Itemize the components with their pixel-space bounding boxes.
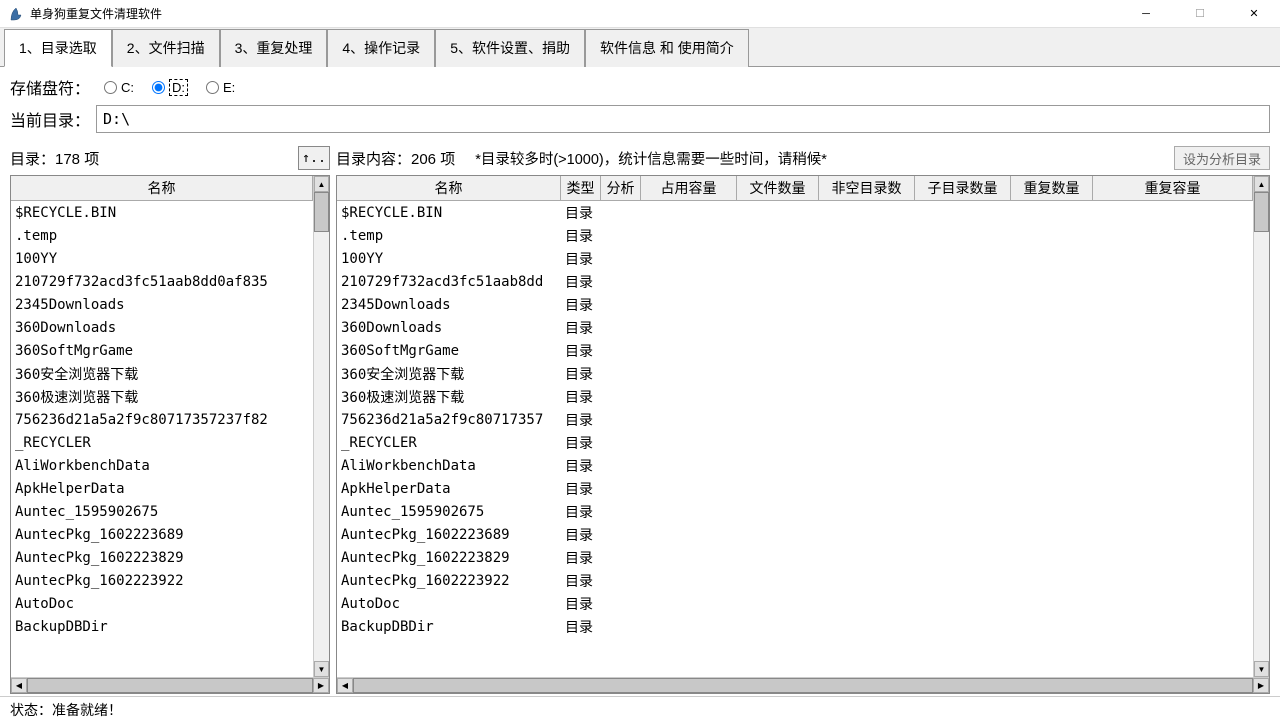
list-item[interactable]: AuntecPkg_1602223829 xyxy=(11,546,313,569)
right-col-dupsize[interactable]: 重复容量 xyxy=(1093,176,1253,200)
tab-dup-process[interactable]: 3、重复处理 xyxy=(220,29,328,67)
left-col-name[interactable]: 名称 xyxy=(11,176,313,200)
list-item[interactable]: AuntecPkg_1602223689 xyxy=(11,523,313,546)
list-item[interactable]: AuntecPkg_1602223922 xyxy=(11,569,313,592)
table-row[interactable]: _RECYCLER目录 xyxy=(337,431,1253,454)
right-col-analyze[interactable]: 分析 xyxy=(601,176,641,200)
close-button[interactable]: ✕ xyxy=(1236,3,1272,25)
table-row[interactable]: 210729f732acd3fc51aab8dd目录 xyxy=(337,270,1253,293)
left-hscrollbar[interactable]: ◀ ▶ xyxy=(11,677,329,693)
up-dir-button[interactable]: ↑.. xyxy=(298,146,330,170)
list-item[interactable]: BackupDBDir xyxy=(11,615,313,638)
table-row[interactable]: 360安全浏览器下载目录 xyxy=(337,362,1253,385)
scroll-up-icon[interactable]: ▲ xyxy=(1254,176,1269,192)
table-row[interactable]: BackupDBDir目录 xyxy=(337,615,1253,638)
left-count-label: 目录：178 项 xyxy=(10,148,99,169)
right-count-label: 目录内容：206 项 xyxy=(336,148,455,169)
table-row[interactable]: 360Downloads目录 xyxy=(337,316,1253,339)
list-item[interactable]: 756236d21a5a2f9c80717357237f82 xyxy=(11,408,313,431)
table-row[interactable]: AuntecPkg_1602223689目录 xyxy=(337,523,1253,546)
right-list[interactable]: $RECYCLE.BIN目录.temp目录100YY目录210729f732ac… xyxy=(337,201,1253,638)
scroll-down-icon[interactable]: ▼ xyxy=(1254,661,1269,677)
left-list[interactable]: $RECYCLE.BIN.temp100YY210729f732acd3fc51… xyxy=(11,201,313,638)
table-row[interactable]: AutoDoc目录 xyxy=(337,592,1253,615)
scroll-left-icon[interactable]: ◀ xyxy=(337,678,353,693)
scroll-left-icon[interactable]: ◀ xyxy=(11,678,27,693)
right-col-size[interactable]: 占用容量 xyxy=(641,176,737,200)
table-row[interactable]: AuntecPkg_1602223829目录 xyxy=(337,546,1253,569)
list-item[interactable]: Auntec_1595902675 xyxy=(11,500,313,523)
scroll-right-icon[interactable]: ▶ xyxy=(1253,678,1269,693)
list-item[interactable]: .temp xyxy=(11,224,313,247)
set-analysis-dir-button[interactable]: 设为分析目录 xyxy=(1174,146,1270,170)
table-row[interactable]: $RECYCLE.BIN目录 xyxy=(337,201,1253,224)
maximize-button[interactable]: ☐ xyxy=(1182,3,1218,25)
list-item[interactable]: 100YY xyxy=(11,247,313,270)
right-col-type[interactable]: 类型 xyxy=(561,176,601,200)
drive-d[interactable]: D: xyxy=(152,79,188,96)
right-col-filecount[interactable]: 文件数量 xyxy=(737,176,819,200)
minimize-button[interactable]: ─ xyxy=(1128,3,1164,25)
list-item[interactable]: 210729f732acd3fc51aab8dd0af835 xyxy=(11,270,313,293)
right-col-nonempty[interactable]: 非空目录数 xyxy=(819,176,915,200)
statusbar: 状态：准备就绪！ xyxy=(0,696,1280,720)
scroll-right-icon[interactable]: ▶ xyxy=(313,678,329,693)
tab-file-scan[interactable]: 2、文件扫描 xyxy=(112,29,220,67)
list-item[interactable]: 360Downloads xyxy=(11,316,313,339)
list-item[interactable]: 360极速浏览器下载 xyxy=(11,385,313,408)
tab-about[interactable]: 软件信息 和 使用简介 xyxy=(585,29,749,67)
table-row[interactable]: 2345Downloads目录 xyxy=(337,293,1253,316)
right-hscrollbar[interactable]: ◀ ▶ xyxy=(337,677,1269,693)
titlebar: 单身狗重复文件清理软件 ─ ☐ ✕ xyxy=(0,0,1280,28)
tab-settings[interactable]: 5、软件设置、捐助 xyxy=(435,29,585,67)
table-row[interactable]: 360SoftMgrGame目录 xyxy=(337,339,1253,362)
right-col-dupcount[interactable]: 重复数量 xyxy=(1011,176,1093,200)
drive-c[interactable]: C: xyxy=(104,80,134,95)
table-row[interactable]: 360极速浏览器下载目录 xyxy=(337,385,1253,408)
right-vscrollbar[interactable]: ▲ ▼ xyxy=(1253,176,1269,677)
table-row[interactable]: AliWorkbenchData目录 xyxy=(337,454,1253,477)
tabbar: 1、目录选取 2、文件扫描 3、重复处理 4、操作记录 5、软件设置、捐助 软件… xyxy=(0,28,1280,67)
list-item[interactable]: ApkHelperData xyxy=(11,477,313,500)
table-row[interactable]: 100YY目录 xyxy=(337,247,1253,270)
scroll-down-icon[interactable]: ▼ xyxy=(314,661,329,677)
list-item[interactable]: 360安全浏览器下载 xyxy=(11,362,313,385)
table-row[interactable]: 756236d21a5a2f9c80717357目录 xyxy=(337,408,1253,431)
scroll-up-icon[interactable]: ▲ xyxy=(314,176,329,192)
app-icon xyxy=(8,6,24,22)
tab-op-log[interactable]: 4、操作记录 xyxy=(327,29,435,67)
list-item[interactable]: AutoDoc xyxy=(11,592,313,615)
left-vscrollbar[interactable]: ▲ ▼ xyxy=(313,176,329,677)
tab-dir-select[interactable]: 1、目录选取 xyxy=(4,29,112,67)
curdir-input[interactable] xyxy=(96,105,1270,133)
table-row[interactable]: ApkHelperData目录 xyxy=(337,477,1253,500)
right-col-name[interactable]: 名称 xyxy=(337,176,561,200)
table-row[interactable]: AuntecPkg_1602223922目录 xyxy=(337,569,1253,592)
window-title: 单身狗重复文件清理软件 xyxy=(30,5,1128,22)
table-row[interactable]: .temp目录 xyxy=(337,224,1253,247)
list-item[interactable]: AliWorkbenchData xyxy=(11,454,313,477)
drive-label: 存储盘符： xyxy=(10,75,90,99)
list-item[interactable]: 360SoftMgrGame xyxy=(11,339,313,362)
drive-radiogroup: C: D: E: xyxy=(104,79,235,96)
list-item[interactable]: _RECYCLER xyxy=(11,431,313,454)
right-col-subdir[interactable]: 子目录数量 xyxy=(915,176,1011,200)
list-item[interactable]: 2345Downloads xyxy=(11,293,313,316)
right-hint: *目录较多时(>1000)，统计信息需要一些时间，请稍候* xyxy=(475,148,827,169)
drive-e[interactable]: E: xyxy=(206,80,235,95)
table-row[interactable]: Auntec_1595902675目录 xyxy=(337,500,1253,523)
curdir-label: 当前目录： xyxy=(10,107,90,131)
list-item[interactable]: $RECYCLE.BIN xyxy=(11,201,313,224)
